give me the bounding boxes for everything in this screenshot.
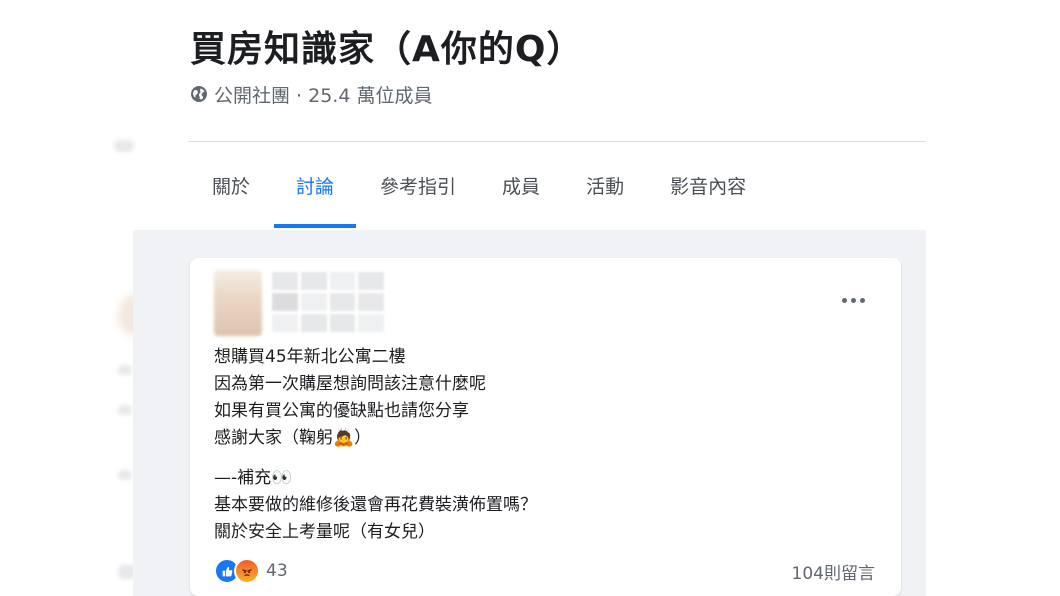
tab-guides[interactable]: 參考指引 — [380, 160, 456, 226]
supplement-line: —-補充👀 — [214, 468, 293, 488]
post-line: 因為第一次購屋想詢問該注意什麼呢 — [214, 374, 486, 394]
tab-members[interactable]: 成員 — [502, 160, 540, 226]
tab-media[interactable]: 影音內容 — [670, 160, 746, 226]
group-meta-text: 公開社團 · 25.4 萬位成員 — [214, 84, 433, 107]
tab-events[interactable]: 活動 — [586, 160, 624, 226]
globe-icon — [190, 85, 208, 103]
avatar[interactable] — [214, 270, 262, 336]
angry-reaction-icon — [234, 558, 260, 584]
group-title[interactable]: 買房知識家（A你的Q） — [190, 20, 583, 72]
tab-about[interactable]: 關於 — [212, 160, 250, 226]
background-blur — [114, 140, 134, 152]
reactions-summary[interactable]: 43 — [214, 558, 288, 584]
supplement-line: 關於安全上考量呢（有女兒） — [214, 522, 435, 542]
group-meta: 公開社團 · 25.4 萬位成員 — [190, 80, 432, 108]
group-tabs: 關於 討論 參考指引 成員 活動 影音內容 — [190, 160, 926, 230]
supplement-line: 基本要做的維修後還會再花費裝潢佈置嗎？ — [214, 495, 537, 515]
header-divider — [188, 141, 926, 142]
post-card: 想購買45年新北公寓二樓 因為第一次購屋想詢問該注意什麼呢 如果有買公寓的優缺點… — [190, 258, 901, 596]
post-body: 想購買45年新北公寓二樓 因為第一次購屋想詢問該注意什麼呢 如果有買公寓的優缺點… — [214, 344, 834, 546]
post-footer: 43 104則留言 — [214, 556, 875, 586]
reaction-count: 43 — [266, 561, 288, 581]
author-name-blurred[interactable] — [272, 272, 384, 332]
background-blur — [118, 365, 132, 375]
tab-discussion[interactable]: 討論 — [274, 160, 357, 228]
post-line: 如果有買公寓的優缺點也請您分享 — [214, 401, 469, 421]
post-line: 想購買45年新北公寓二樓 — [214, 347, 406, 367]
reaction-icons — [214, 558, 260, 584]
comment-count-link[interactable]: 104則留言 — [792, 559, 875, 584]
background-blur — [118, 470, 132, 480]
post-line: 感謝大家（鞠躬🙇） — [214, 428, 372, 448]
background-blur — [118, 405, 132, 415]
more-options-icon[interactable] — [835, 288, 871, 312]
